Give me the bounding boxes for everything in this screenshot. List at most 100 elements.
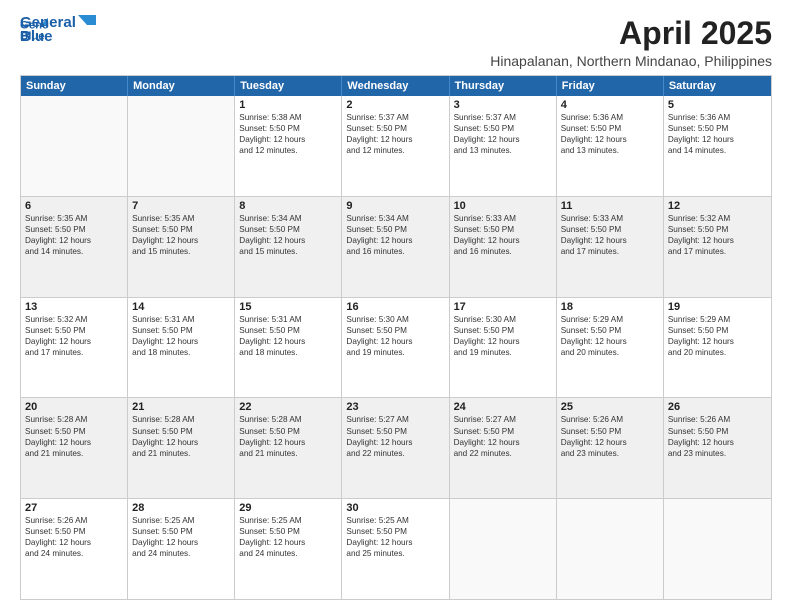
cell-info-line: Daylight: 12 hours bbox=[132, 537, 230, 548]
cell-info-line: and 24 minutes. bbox=[132, 548, 230, 559]
day-number: 29 bbox=[239, 502, 337, 514]
cell-info-line: Sunrise: 5:29 AM bbox=[668, 314, 767, 325]
day-number: 14 bbox=[132, 301, 230, 313]
week-row-4: 20 Sunrise: 5:28 AM Sunset: 5:50 PM Dayligh… bbox=[21, 398, 771, 499]
header-day-friday: Friday bbox=[557, 76, 664, 96]
cell-info-line: Sunrise: 5:36 AM bbox=[668, 112, 767, 123]
cell-info-line: Daylight: 12 hours bbox=[25, 537, 123, 548]
title-block: April 2025 Hinapalanan, Northern Mindana… bbox=[490, 16, 772, 69]
cal-cell-16: 16Sunrise: 5:30 AMSunset: 5:50 PMDayligh… bbox=[342, 298, 449, 398]
cal-cell-empty-1 bbox=[128, 96, 235, 196]
cell-info-line: and 17 minutes. bbox=[25, 347, 123, 358]
cal-cell-22: 22Sunrise: 5:28 AMSunset: 5:50 PMDayligh… bbox=[235, 398, 342, 498]
cell-info-line: Sunrise: 5:38 AM bbox=[239, 112, 337, 123]
cell-info-line: Sunset: 5:50 PM bbox=[561, 325, 659, 336]
cal-cell-1: 1Sunrise: 5:38 AMSunset: 5:50 PMDaylight… bbox=[235, 96, 342, 196]
cal-cell-28: 28Sunrise: 5:25 AMSunset: 5:50 PMDayligh… bbox=[128, 499, 235, 599]
cell-info-line: Daylight: 12 hours bbox=[239, 537, 337, 548]
day-number: 12 bbox=[668, 200, 767, 212]
cal-cell-empty-4 bbox=[450, 499, 557, 599]
cell-info-line: Sunset: 5:50 PM bbox=[25, 526, 123, 537]
cell-info-line: Sunrise: 5:35 AM bbox=[132, 213, 230, 224]
cell-info-line: Daylight: 12 hours bbox=[346, 437, 444, 448]
cell-info-line: Daylight: 12 hours bbox=[25, 235, 123, 246]
cal-cell-18: 18Sunrise: 5:29 AMSunset: 5:50 PMDayligh… bbox=[557, 298, 664, 398]
cell-info-line: and 24 minutes. bbox=[239, 548, 337, 559]
cell-info-line: Daylight: 12 hours bbox=[239, 336, 337, 347]
day-number: 20 bbox=[25, 401, 123, 413]
header-day-monday: Monday bbox=[128, 76, 235, 96]
cell-info-line: Sunset: 5:50 PM bbox=[239, 224, 337, 235]
cell-info-line: Sunrise: 5:28 AM bbox=[132, 414, 230, 425]
cell-info-line: Daylight: 12 hours bbox=[561, 336, 659, 347]
cell-info-line: Daylight: 12 hours bbox=[239, 235, 337, 246]
cell-info-line: and 13 minutes. bbox=[561, 145, 659, 156]
cal-cell-2: 2Sunrise: 5:37 AMSunset: 5:50 PMDaylight… bbox=[342, 96, 449, 196]
cell-info-line: and 16 minutes. bbox=[346, 246, 444, 257]
cell-info-line: and 23 minutes. bbox=[561, 448, 659, 459]
day-number: 19 bbox=[668, 301, 767, 313]
week-row-3: 13Sunrise: 5:32 AMSunset: 5:50 PMDayligh… bbox=[21, 298, 771, 399]
day-number: 17 bbox=[454, 301, 552, 313]
header: General Blue General Blue April 2025 Hin… bbox=[20, 16, 772, 69]
day-number: 23 bbox=[346, 401, 444, 413]
cell-info-line: Sunset: 5:50 PM bbox=[239, 325, 337, 336]
day-number: 2 bbox=[346, 99, 444, 111]
cell-info-line: and 12 minutes. bbox=[346, 145, 444, 156]
cell-info-line: and 18 minutes. bbox=[132, 347, 230, 358]
day-number: 30 bbox=[346, 502, 444, 514]
cell-info-line: Sunset: 5:50 PM bbox=[239, 123, 337, 134]
cell-info-line: and 18 minutes. bbox=[239, 347, 337, 358]
cell-info-line: Sunset: 5:50 PM bbox=[132, 224, 230, 235]
cell-info-line: Sunset: 5:50 PM bbox=[239, 526, 337, 537]
cell-info-line: Sunrise: 5:32 AM bbox=[25, 314, 123, 325]
cell-info-line: Sunrise: 5:26 AM bbox=[561, 414, 659, 425]
cal-cell-24: 24Sunrise: 5:27 AMSunset: 5:50 PMDayligh… bbox=[450, 398, 557, 498]
cell-info-line: and 25 minutes. bbox=[346, 548, 444, 559]
cell-info-line: Sunrise: 5:35 AM bbox=[25, 213, 123, 224]
cell-info-line: Sunset: 5:50 PM bbox=[454, 426, 552, 437]
cell-info-line: Sunset: 5:50 PM bbox=[561, 426, 659, 437]
day-number: 9 bbox=[346, 200, 444, 212]
cell-info-line: Sunset: 5:50 PM bbox=[346, 526, 444, 537]
logo-block: General Blue bbox=[20, 14, 96, 45]
cell-info-line: and 21 minutes. bbox=[25, 448, 123, 459]
cell-info-line: and 15 minutes. bbox=[239, 246, 337, 257]
cell-info-line: Daylight: 12 hours bbox=[132, 235, 230, 246]
main-title: April 2025 bbox=[490, 16, 772, 51]
cell-info-line: Sunset: 5:50 PM bbox=[25, 224, 123, 235]
cell-info-line: Daylight: 12 hours bbox=[25, 336, 123, 347]
cell-info-line: and 14 minutes. bbox=[25, 246, 123, 257]
cell-info-line: Sunset: 5:50 PM bbox=[25, 426, 123, 437]
day-number: 21 bbox=[132, 401, 230, 413]
cell-info-line: Sunset: 5:50 PM bbox=[668, 123, 767, 134]
cell-info-line: and 21 minutes. bbox=[132, 448, 230, 459]
cal-cell-10: 10Sunrise: 5:33 AMSunset: 5:50 PMDayligh… bbox=[450, 197, 557, 297]
logo-flag-icon bbox=[78, 15, 96, 31]
cell-info-line: Sunrise: 5:34 AM bbox=[239, 213, 337, 224]
cell-info-line: Sunrise: 5:30 AM bbox=[454, 314, 552, 325]
cal-cell-15: 15Sunrise: 5:31 AMSunset: 5:50 PMDayligh… bbox=[235, 298, 342, 398]
cell-info-line: Sunrise: 5:28 AM bbox=[239, 414, 337, 425]
cell-info-line: Sunrise: 5:27 AM bbox=[346, 414, 444, 425]
header-day-wednesday: Wednesday bbox=[342, 76, 449, 96]
day-number: 18 bbox=[561, 301, 659, 313]
cell-info-line: and 20 minutes. bbox=[668, 347, 767, 358]
cell-info-line: Sunset: 5:50 PM bbox=[346, 224, 444, 235]
cell-info-line: Daylight: 12 hours bbox=[668, 336, 767, 347]
cal-cell-5: 5Sunrise: 5:36 AMSunset: 5:50 PMDaylight… bbox=[664, 96, 771, 196]
cal-cell-14: 14Sunrise: 5:31 AMSunset: 5:50 PMDayligh… bbox=[128, 298, 235, 398]
cell-info-line: Sunrise: 5:27 AM bbox=[454, 414, 552, 425]
cal-cell-30: 30Sunrise: 5:25 AMSunset: 5:50 PMDayligh… bbox=[342, 499, 449, 599]
cell-info-line: and 17 minutes. bbox=[668, 246, 767, 257]
cell-info-line: Sunrise: 5:25 AM bbox=[132, 515, 230, 526]
cal-cell-25: 25Sunrise: 5:26 AMSunset: 5:50 PMDayligh… bbox=[557, 398, 664, 498]
cal-cell-19: 19Sunrise: 5:29 AMSunset: 5:50 PMDayligh… bbox=[664, 298, 771, 398]
subtitle: Hinapalanan, Northern Mindanao, Philippi… bbox=[490, 53, 772, 69]
cal-cell-23: 23Sunrise: 5:27 AMSunset: 5:50 PMDayligh… bbox=[342, 398, 449, 498]
cal-cell-17: 17Sunrise: 5:30 AMSunset: 5:50 PMDayligh… bbox=[450, 298, 557, 398]
cell-info-line: Sunrise: 5:25 AM bbox=[239, 515, 337, 526]
cell-info-line: and 21 minutes. bbox=[239, 448, 337, 459]
cell-info-line: Daylight: 12 hours bbox=[454, 134, 552, 145]
header-day-thursday: Thursday bbox=[450, 76, 557, 96]
